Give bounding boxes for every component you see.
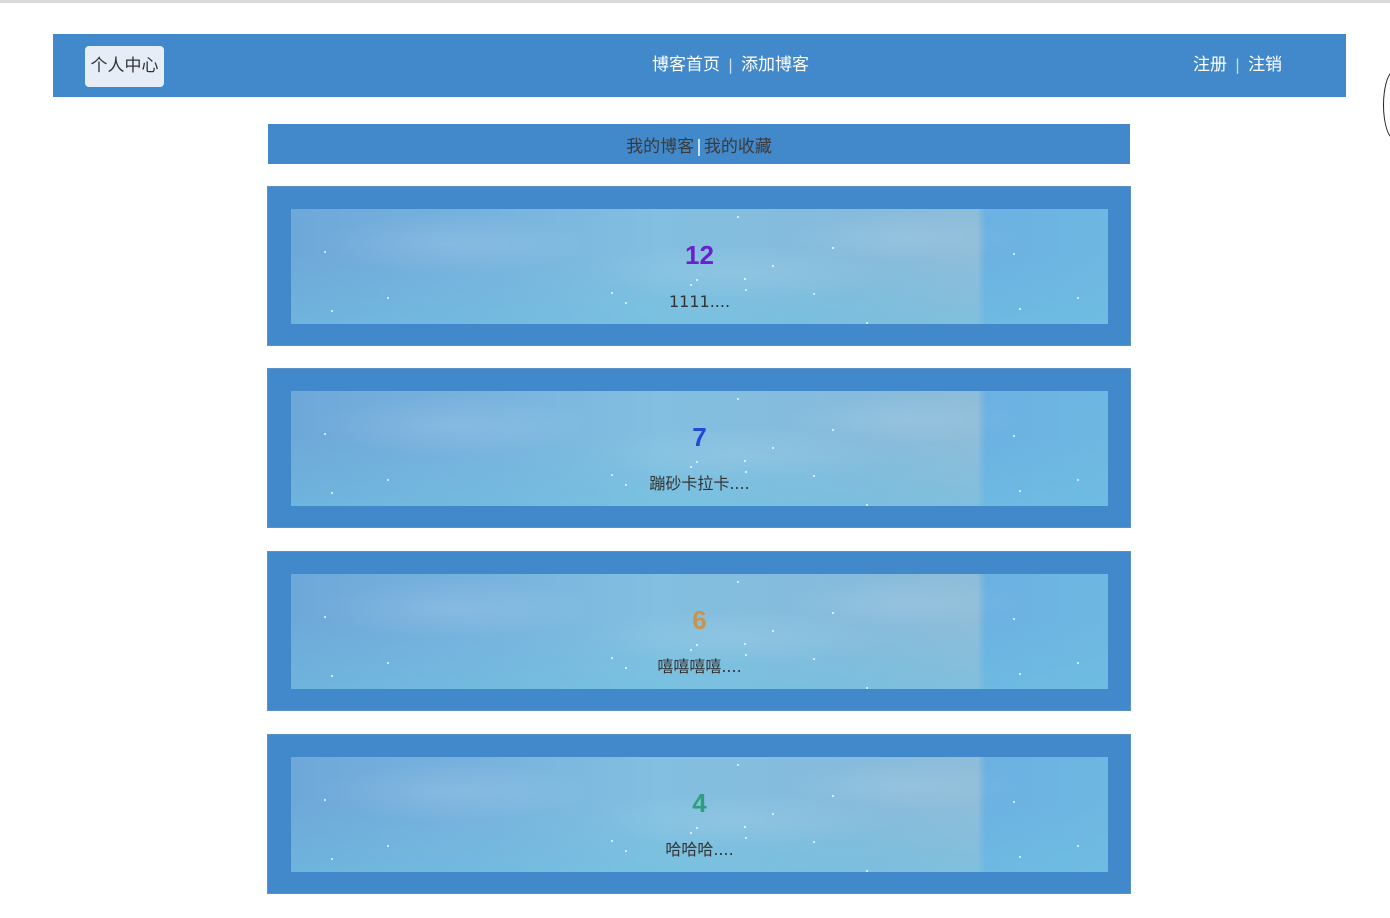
tab-my-favorites[interactable]: 我的收藏: [704, 137, 772, 157]
blog-card-banner[interactable]: 4 哈哈哈....: [291, 757, 1108, 872]
sparkle-dot: [696, 644, 698, 646]
blog-card-number: 6: [692, 605, 707, 635]
blog-card[interactable]: 7 蹦砂卡拉卡....: [267, 368, 1131, 528]
nav-separator: |: [1235, 56, 1241, 74]
blog-card-number: 7: [692, 422, 707, 452]
blog-card-number: 12: [685, 240, 714, 270]
tab-my-blogs[interactable]: 我的博客: [626, 137, 694, 157]
blog-card-number: 4: [692, 788, 707, 818]
sparkle-dot: [696, 461, 698, 463]
profile-center-button[interactable]: 个人中心: [85, 46, 164, 87]
sparkle-dot: [737, 764, 739, 766]
blog-tab-bar: 我的博客 | 我的收藏: [268, 124, 1130, 164]
nav-right-links: 注册 | 注销: [1193, 34, 1282, 97]
logout-link[interactable]: 注销: [1248, 55, 1282, 75]
sparkle-dot: [737, 216, 739, 218]
blog-card-banner[interactable]: 6 嘻嘻嘻嘻....: [291, 574, 1108, 689]
sparkle-dot: [744, 826, 746, 828]
blog-card-excerpt: 哈哈哈....: [665, 840, 734, 859]
edge-decoration: [1383, 70, 1390, 140]
top-navbar: 个人中心 博客首页 | 添加博客 注册 | 注销: [53, 34, 1346, 97]
sparkle-dot: [737, 581, 739, 583]
blog-card[interactable]: 12 1111....: [267, 186, 1131, 346]
nav-separator: |: [728, 56, 734, 74]
register-link[interactable]: 注册: [1193, 55, 1227, 75]
sparkle-dot: [696, 279, 698, 281]
blog-card[interactable]: 4 哈哈哈....: [267, 734, 1131, 894]
add-blog-link[interactable]: 添加博客: [741, 55, 809, 75]
blog-home-link[interactable]: 博客首页: [652, 55, 720, 75]
sparkle-dot: [690, 284, 692, 286]
blog-card[interactable]: 6 嘻嘻嘻嘻....: [267, 551, 1131, 711]
sparkle-dot: [866, 870, 868, 872]
blog-card-excerpt: 嘻嘻嘻嘻....: [657, 657, 742, 676]
sparkle-dot: [737, 398, 739, 400]
tab-separator: |: [696, 137, 702, 157]
blog-card-excerpt: 1111....: [668, 292, 731, 311]
sparkle-dot: [696, 827, 698, 829]
sparkle-dot: [866, 322, 868, 324]
sparkle-dot: [690, 649, 692, 651]
blog-card-excerpt: 蹦砂卡拉卡....: [649, 474, 750, 493]
blog-card-banner[interactable]: 12 1111....: [291, 209, 1108, 324]
sparkle-dot: [866, 687, 868, 689]
nav-center-links: 博客首页 | 添加博客: [652, 34, 809, 97]
window-top-border: [0, 0, 1390, 3]
blog-card-banner[interactable]: 7 蹦砂卡拉卡....: [291, 391, 1108, 506]
sparkle-dot: [866, 504, 868, 506]
sparkle-dot: [690, 832, 692, 834]
sparkle-dot: [744, 460, 746, 462]
sparkle-dot: [744, 278, 746, 280]
sparkle-dot: [690, 466, 692, 468]
sparkle-dot: [744, 643, 746, 645]
